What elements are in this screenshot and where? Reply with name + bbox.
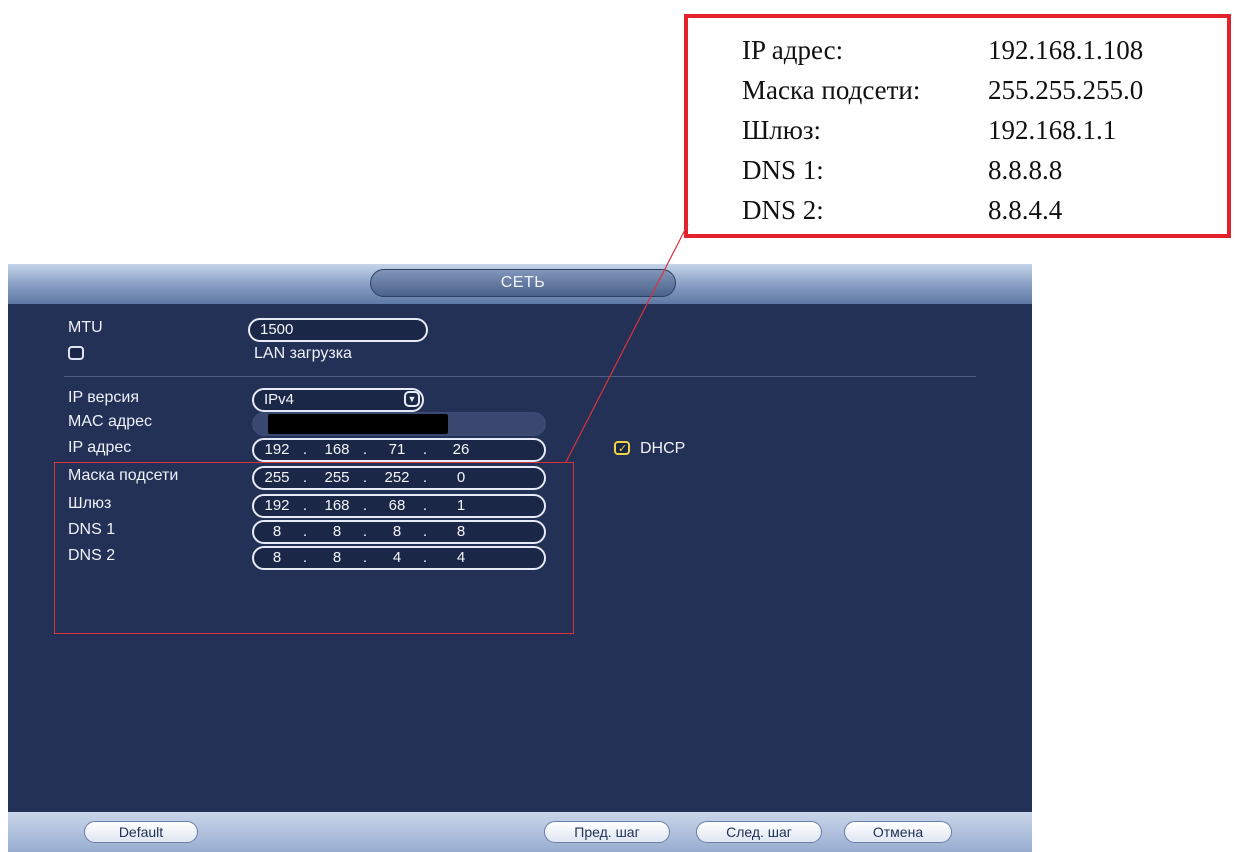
ip-address-input[interactable]: 192 . 168 . 71 . 26: [252, 438, 546, 462]
bottom-button-bar: Default Пред. шаг След. шаг Отмена: [8, 812, 1032, 852]
default-button[interactable]: Default: [84, 821, 198, 843]
callout-row-dns1: DNS 1: 8.8.8.8: [742, 155, 1063, 185]
callout-row-dns2: DNS 2: 8.8.4.4: [742, 195, 1063, 225]
divider: [64, 376, 976, 377]
gateway-input[interactable]: 192 . 168 . 68 . 1: [252, 494, 546, 518]
dhcp-label: DHCP: [640, 440, 686, 457]
checkmark-icon: ✓: [618, 443, 628, 455]
settings-panel: MTU 1500 LAN загрузка IP версия IPv4 ▼ M…: [8, 304, 1032, 812]
lan-download-label: LAN загрузка: [254, 345, 352, 362]
dns2-input[interactable]: 8 . 8 . 4 . 4: [252, 546, 546, 570]
gateway-label: Шлюз: [68, 495, 112, 512]
mtu-label: MTU: [68, 319, 103, 336]
prev-step-button[interactable]: Пред. шаг: [544, 821, 670, 843]
redacted-mac: [268, 414, 448, 434]
network-settings-window: СЕТЬ MTU 1500 LAN загрузка IP версия IPv…: [8, 264, 1032, 852]
lan-download-checkbox[interactable]: [68, 346, 84, 360]
mac-address-field: [252, 412, 546, 436]
callout-row-gateway: Шлюз: 192.168.1.1: [742, 115, 1117, 145]
ip-version-select[interactable]: IPv4 ▼: [252, 388, 424, 412]
dns2-label: DNS 2: [68, 547, 116, 564]
title-bar: СЕТЬ: [8, 264, 1032, 304]
chevron-down-icon: ▼: [404, 391, 420, 407]
dns1-label: DNS 1: [68, 521, 116, 538]
next-step-button[interactable]: След. шаг: [696, 821, 822, 843]
ip-address-label: IP адрес: [68, 439, 132, 456]
cancel-button[interactable]: Отмена: [844, 821, 952, 843]
callout-row-mask: Маска подсети: 255.255.255.0: [742, 75, 1144, 105]
mtu-input[interactable]: 1500: [248, 318, 428, 342]
subnet-mask-input[interactable]: 255 . 255 . 252 . 0: [252, 466, 546, 490]
mac-address-label: MAC адрес: [68, 413, 153, 430]
ip-version-label: IP версия: [68, 389, 139, 406]
window-title: СЕТЬ: [370, 269, 676, 297]
subnet-mask-label: Маска подсети: [68, 467, 179, 484]
ip-settings-callout: IP адрес: 192.168.1.108 Маска подсети: 2…: [684, 14, 1231, 238]
dhcp-checkbox[interactable]: ✓: [614, 441, 630, 455]
callout-row-ip: IP адрес: 192.168.1.108: [742, 35, 1144, 65]
dns1-input[interactable]: 8 . 8 . 8 . 8: [252, 520, 546, 544]
